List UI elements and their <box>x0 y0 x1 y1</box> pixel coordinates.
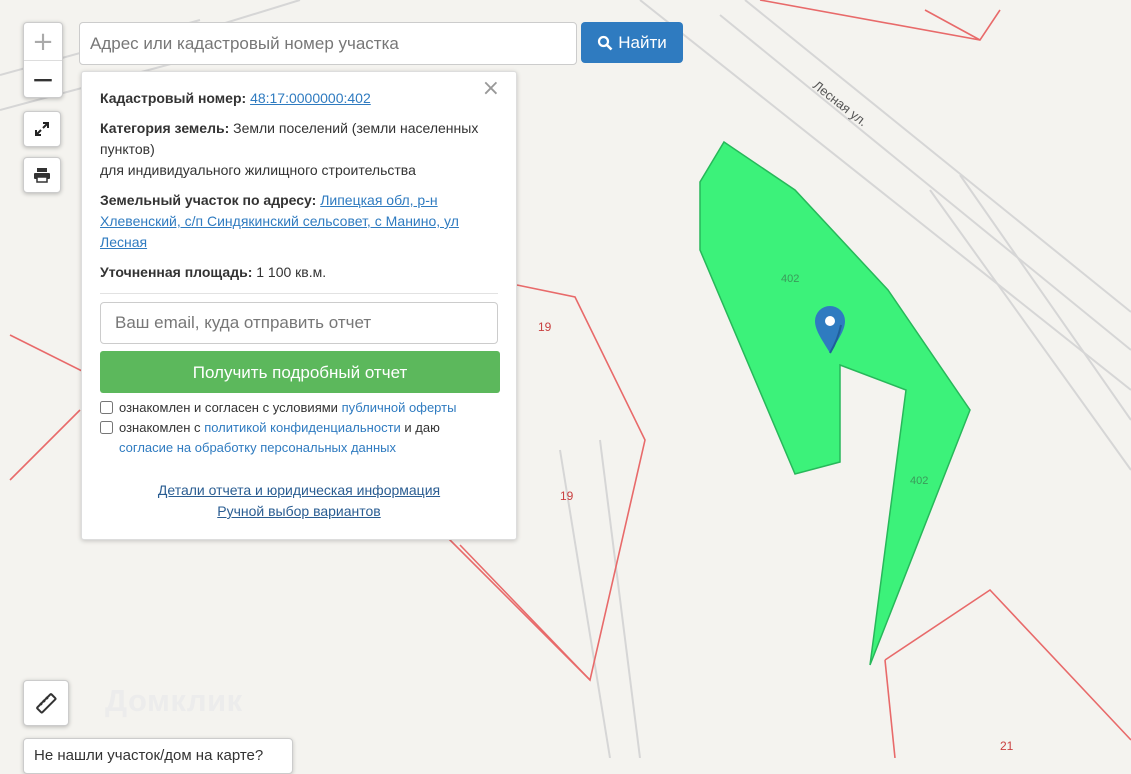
consent-offer: ознакомлен и согласен с условиями публич… <box>100 398 498 418</box>
details-link[interactable]: Детали отчета и юридическая информация <box>100 480 498 501</box>
category-label: Категория земель: <box>100 120 230 136</box>
fullscreen-button[interactable] <box>23 111 61 147</box>
zoom-in-button[interactable]: + <box>24 23 62 61</box>
public-offer-link[interactable]: публичной оферты <box>342 400 457 415</box>
address-row: Земельный участок по адресу: Липецкая об… <box>100 190 498 253</box>
cadastral-row: Кадастровый номер: 48:17:0000000:402 <box>100 88 498 109</box>
area-label: Уточненная площадь: <box>100 264 253 280</box>
search-button[interactable]: Найти <box>581 22 683 63</box>
search-button-label: Найти <box>618 32 667 52</box>
area-row: Уточненная площадь: 1 100 кв.м. <box>100 262 498 283</box>
address-label: Земельный участок по адресу: <box>100 192 317 208</box>
not-found-button[interactable]: Не нашли участок/дом на карте? <box>23 738 293 774</box>
consent-offer-checkbox[interactable] <box>100 401 113 414</box>
consent-offer-text: ознакомлен и согласен с условиями публич… <box>119 400 457 415</box>
get-report-button[interactable]: Получить подробный отчет <box>100 351 500 393</box>
domclick-watermark: Домклик <box>105 683 243 719</box>
map-pin-icon[interactable] <box>813 305 847 355</box>
parcel-label-2: 402 <box>910 475 928 487</box>
ruler-button[interactable] <box>23 680 69 726</box>
search-input[interactable] <box>79 22 577 65</box>
manual-selection-link[interactable]: Ручной выбор вариантов <box>100 501 498 522</box>
privacy-policy-link[interactable]: политикой конфиденциальности <box>204 420 401 435</box>
boundary-label-2: 19 <box>560 489 574 503</box>
zoom-controls: + − <box>23 22 63 98</box>
consent-privacy-text: ознакомлен с политикой конфиденциальност… <box>119 420 440 455</box>
consent-privacy: ознакомлен с политикой конфиденциальност… <box>100 418 498 458</box>
cadastral-label: Кадастровый номер: <box>100 90 247 106</box>
area-value: 1 100 кв.м. <box>256 264 327 280</box>
divider <box>100 293 498 294</box>
panel-footer-links: Детали отчета и юридическая информация Р… <box>100 480 498 522</box>
personal-data-link[interactable]: согласие на обработку персональных данны… <box>119 440 396 455</box>
print-button[interactable] <box>23 157 61 193</box>
category-row: Категория земель: Земли поселений (земли… <box>100 118 498 181</box>
boundary-label-1: 19 <box>538 320 552 334</box>
consent-privacy-checkbox[interactable] <box>100 421 113 434</box>
domclick-logo: Домклик <box>105 683 243 718</box>
parcel-label-1: 402 <box>781 273 799 285</box>
parcel-info-panel: × Кадастровый номер: 48:17:0000000:402 К… <box>81 71 517 540</box>
boundary-label-3: 21 <box>1000 739 1014 753</box>
search-icon <box>598 35 613 50</box>
cadastral-number-link[interactable]: 48:17:0000000:402 <box>250 90 371 106</box>
email-field[interactable] <box>100 302 498 344</box>
expand-icon <box>35 122 49 136</box>
close-icon[interactable]: × <box>482 78 500 100</box>
category-use: для индивидуального жилищного строительс… <box>100 162 416 178</box>
printer-icon <box>34 168 50 183</box>
zoom-out-button[interactable]: − <box>24 61 62 98</box>
ruler-icon <box>36 693 57 714</box>
